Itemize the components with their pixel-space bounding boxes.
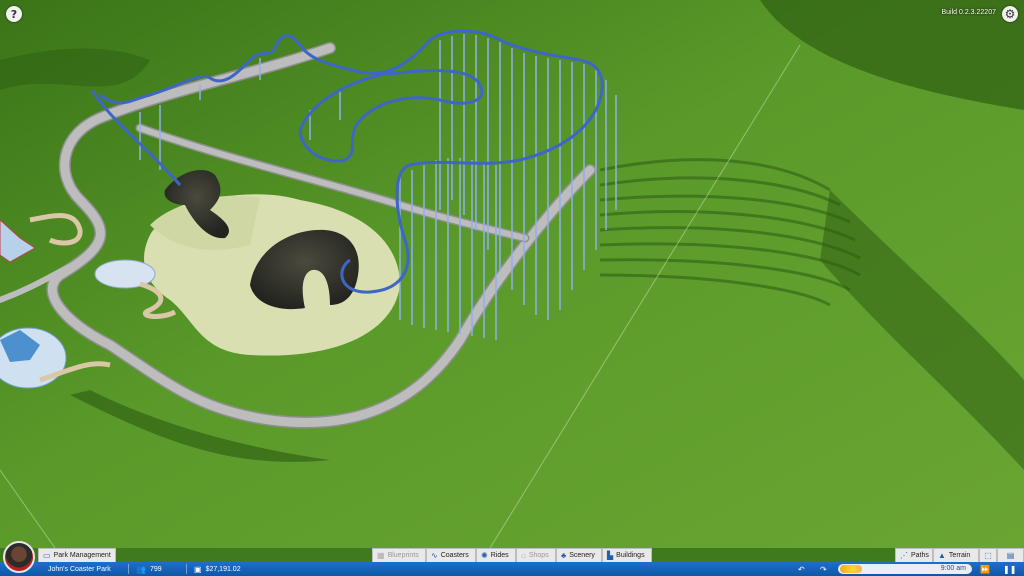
help-button[interactable]: ?: [6, 6, 22, 22]
park-name-label: John's Coaster Park: [48, 565, 111, 573]
tab-coasters[interactable]: ∿ Coasters: [426, 548, 476, 562]
footsteps-icon: ⋰: [900, 550, 908, 560]
sun-icon: [840, 565, 862, 573]
tab-terrain[interactable]: ▲ Terrain: [933, 548, 979, 562]
tab-scenery[interactable]: ♣ Scenery: [556, 548, 602, 562]
build-version: Build 0.2.3.22207: [941, 9, 997, 16]
settings-button[interactable]: ⚙: [1002, 6, 1018, 22]
layers-icon: ▤: [1006, 550, 1015, 560]
tab-label: Park Management: [53, 552, 111, 559]
tab-layers[interactable]: ▤: [997, 548, 1024, 562]
tab-label: Coasters: [440, 552, 469, 559]
tab-label: Blueprints: [387, 552, 419, 559]
guests-icon: 👥: [136, 564, 146, 574]
help-icon: ?: [10, 7, 18, 21]
park-name[interactable]: John's Coaster Park: [48, 562, 111, 576]
guest-count-value: 799: [149, 565, 162, 573]
tab-label: Shops: [528, 552, 549, 559]
tab-label: Scenery: [569, 552, 595, 559]
undo-icon: ↶: [798, 564, 805, 574]
pause-icon: ❚❚: [1003, 564, 1017, 574]
tree-icon: ♣: [561, 550, 567, 560]
fast-forward-icon: ⏩: [980, 564, 990, 574]
tab-select[interactable]: ⬚: [979, 548, 997, 562]
shop-icon: ⌂: [521, 550, 526, 560]
tab-shops[interactable]: ⌂ Shops: [516, 548, 556, 562]
selection-icon: ⬚: [984, 550, 992, 560]
gear-icon: ⚙: [1004, 7, 1016, 21]
money-value: $27,191.02: [205, 565, 241, 573]
tab-label: Terrain: [948, 552, 971, 559]
wallet-icon: ▣: [194, 564, 202, 574]
tab-label: Paths: [911, 552, 929, 559]
terrain-icon: ▲: [938, 550, 946, 560]
blueprint-icon: ▦: [377, 550, 385, 560]
fast-forward-button[interactable]: ⏩: [980, 562, 990, 576]
pause-button[interactable]: ❚❚: [1003, 562, 1016, 576]
tab-blueprints[interactable]: ▦ Blueprints: [372, 548, 426, 562]
avatar[interactable]: [3, 541, 35, 573]
coaster-icon: ∿: [431, 550, 438, 560]
tab-rides[interactable]: ✺ Rides: [476, 548, 516, 562]
toolbar-tabs: ▭ Park Management ▦ Blueprints ∿ Coaster…: [0, 548, 1024, 562]
game-viewport[interactable]: [0, 0, 1024, 548]
redo-icon: ↷: [820, 564, 827, 574]
ferris-wheel-icon: ✺: [481, 550, 488, 560]
tab-label: Buildings: [616, 552, 645, 559]
park-money[interactable]: ▣ $27,191.02: [194, 562, 241, 576]
redo-button[interactable]: ↷: [820, 562, 827, 576]
tab-buildings[interactable]: ▙ Buildings: [602, 548, 652, 562]
tab-paths[interactable]: ⋰ Paths: [895, 548, 933, 562]
time-of-day[interactable]: 9:00 am: [838, 564, 972, 574]
time-label: 9:00 am: [940, 565, 966, 572]
park-icon: ▭: [43, 550, 51, 560]
tab-label: Rides: [490, 552, 509, 559]
building-icon: ▙: [607, 550, 614, 560]
tab-park-management[interactable]: ▭ Park Management: [38, 548, 116, 562]
undo-button[interactable]: ↶: [798, 562, 805, 576]
guest-count[interactable]: 👥 799: [136, 562, 162, 576]
